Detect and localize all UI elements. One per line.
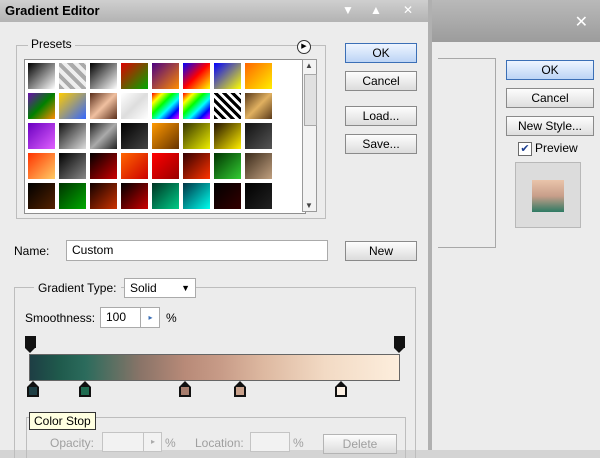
- preset-swatch[interactable]: [58, 182, 87, 210]
- preset-scrollbar[interactable]: ▲ ▼: [302, 59, 317, 212]
- preset-swatch[interactable]: [58, 152, 87, 180]
- titlebar: Gradient Editor ▼ ▲ ✕: [0, 0, 428, 22]
- maximize-icon[interactable]: ▲: [365, 1, 387, 19]
- presets-label: Presets: [28, 37, 75, 51]
- preset-swatch[interactable]: [120, 182, 149, 210]
- preset-swatch[interactable]: [244, 92, 273, 120]
- preset-swatch[interactable]: [151, 62, 180, 90]
- opacity-unit: %: [165, 436, 176, 450]
- color-stop[interactable]: [178, 381, 191, 401]
- close-icon[interactable]: ✕: [397, 1, 419, 19]
- preset-swatch[interactable]: [89, 152, 118, 180]
- preset-swatch[interactable]: [89, 122, 118, 150]
- preview-checkbox[interactable]: ✔: [518, 142, 532, 156]
- gradient-type-value: Solid: [130, 281, 157, 295]
- gradient-type-label: Gradient Type:: [34, 281, 121, 295]
- save-button[interactable]: Save...: [345, 134, 417, 154]
- color-stop[interactable]: [334, 381, 347, 401]
- preset-swatch[interactable]: [151, 152, 180, 180]
- preset-swatch[interactable]: [58, 62, 87, 90]
- preset-swatch[interactable]: [213, 122, 242, 150]
- scroll-up-icon[interactable]: ▲: [305, 61, 313, 70]
- preset-swatch[interactable]: [213, 152, 242, 180]
- location-label: Location:: [195, 436, 244, 450]
- preset-swatch[interactable]: [182, 122, 211, 150]
- name-input[interactable]: Custom: [66, 240, 328, 261]
- preset-swatch[interactable]: [58, 122, 87, 150]
- background-titlebar: ✕: [432, 0, 600, 42]
- new-style-button[interactable]: New Style...: [506, 116, 594, 136]
- preset-swatch[interactable]: [151, 182, 180, 210]
- ok-button[interactable]: OK: [345, 43, 417, 63]
- preset-swatch[interactable]: [27, 62, 56, 90]
- delete-button[interactable]: Delete: [323, 434, 397, 454]
- preset-swatch[interactable]: [151, 92, 180, 120]
- preset-swatch[interactable]: [213, 92, 242, 120]
- preset-swatch[interactable]: [244, 182, 273, 210]
- preset-swatch[interactable]: [27, 122, 56, 150]
- minimize-icon[interactable]: ▼: [337, 1, 359, 19]
- color-stop[interactable]: [26, 381, 39, 401]
- preset-swatch[interactable]: [182, 92, 211, 120]
- preset-swatch[interactable]: [58, 92, 87, 120]
- name-label: Name:: [14, 244, 50, 258]
- preset-swatch[interactable]: [27, 182, 56, 210]
- preset-swatch[interactable]: [27, 92, 56, 120]
- gradient-bar[interactable]: [29, 354, 400, 381]
- preset-swatch[interactable]: [213, 182, 242, 210]
- color-stop[interactable]: [234, 381, 247, 401]
- opacity-arrow-icon[interactable]: ▸: [143, 433, 162, 451]
- new-button[interactable]: New: [345, 241, 417, 261]
- opacity-stop[interactable]: [394, 336, 405, 353]
- background-cancel-button[interactable]: Cancel: [506, 88, 594, 108]
- preset-swatch[interactable]: [120, 122, 149, 150]
- smoothness-label: Smoothness:: [25, 311, 96, 325]
- preset-swatch[interactable]: [213, 62, 242, 90]
- preset-swatch[interactable]: [89, 62, 118, 90]
- scroll-down-icon[interactable]: ▼: [305, 201, 313, 210]
- preset-swatch[interactable]: [89, 182, 118, 210]
- preset-swatch[interactable]: [182, 182, 211, 210]
- cancel-button[interactable]: Cancel: [345, 71, 417, 91]
- background-panel: [438, 58, 496, 248]
- preset-swatch[interactable]: [244, 122, 273, 150]
- close-icon[interactable]: ✕: [575, 12, 588, 32]
- opacity-stop[interactable]: [25, 336, 36, 353]
- preset-swatch[interactable]: [89, 92, 118, 120]
- location-unit: %: [293, 436, 304, 450]
- preset-swatch[interactable]: [244, 62, 273, 90]
- scroll-thumb[interactable]: [304, 74, 317, 126]
- location-input[interactable]: [250, 432, 290, 452]
- preset-swatch[interactable]: [120, 92, 149, 120]
- window-title: Gradient Editor: [5, 3, 100, 18]
- background-ok-button[interactable]: OK: [506, 60, 594, 80]
- color-stop-tooltip: Color Stop: [29, 412, 96, 430]
- preset-swatch[interactable]: [27, 152, 56, 180]
- smoothness-arrow-icon[interactable]: ▸: [140, 308, 160, 327]
- gradient-type-select[interactable]: Solid ▼: [124, 278, 196, 298]
- preview-label: Preview: [535, 141, 578, 155]
- preset-swatch[interactable]: [182, 62, 211, 90]
- preset-swatch[interactable]: [120, 62, 149, 90]
- preset-grid: [24, 59, 306, 214]
- preset-swatch[interactable]: [244, 152, 273, 180]
- preset-swatch[interactable]: [182, 152, 211, 180]
- preset-swatch[interactable]: [151, 122, 180, 150]
- preset-swatch[interactable]: [120, 152, 149, 180]
- load-button[interactable]: Load...: [345, 106, 417, 126]
- presets-menu-icon[interactable]: ▶: [297, 40, 311, 54]
- opacity-label: Opacity:: [50, 436, 95, 450]
- preview-swatch: [532, 180, 564, 212]
- color-stop[interactable]: [78, 381, 91, 401]
- chevron-down-icon: ▼: [181, 283, 190, 293]
- smoothness-unit: %: [166, 311, 177, 325]
